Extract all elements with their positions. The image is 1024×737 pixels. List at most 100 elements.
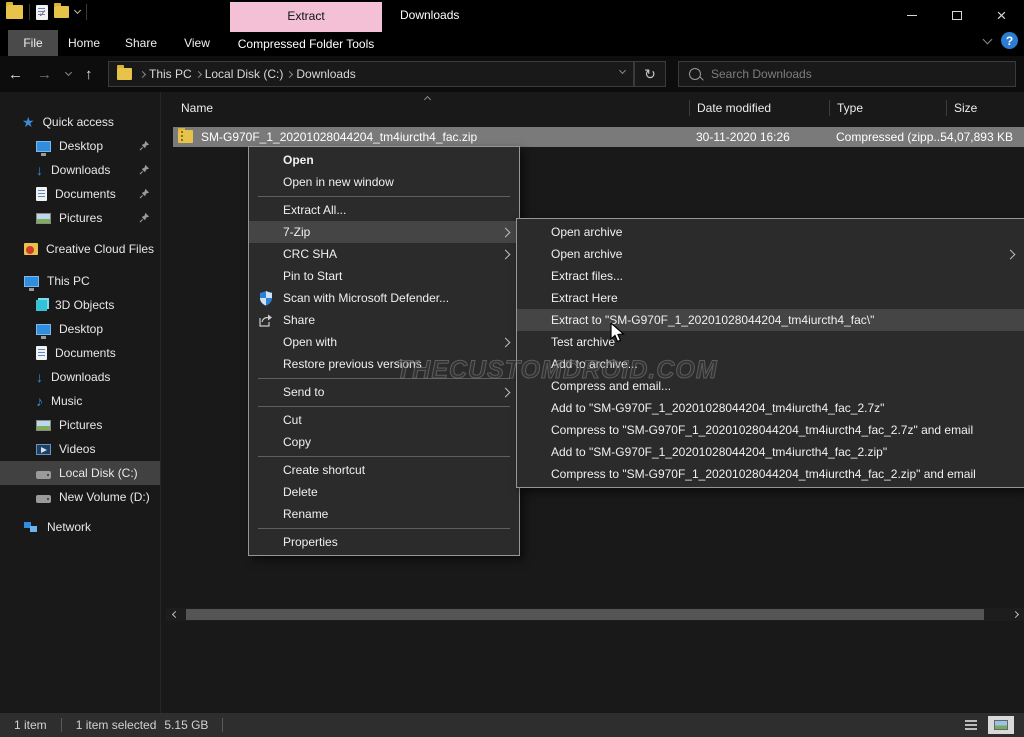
- breadcrumb-chevron-icon[interactable]: [286, 70, 293, 77]
- submenu-item-compress-to-7z-and-email[interactable]: Compress to "SM-G970F_1_20201028044204_t…: [517, 419, 1024, 441]
- item-count: 1 item: [14, 718, 47, 732]
- minimize-ribbon-icon[interactable]: [983, 34, 993, 44]
- menu-item-rename[interactable]: Rename: [249, 503, 519, 525]
- sidebar-item-new-volume-d[interactable]: New Volume (D:): [0, 485, 160, 509]
- column-header-type[interactable]: Type: [837, 97, 863, 119]
- submenu-item-add-to-7z[interactable]: Add to "SM-G970F_1_20201028044204_tm4iur…: [517, 397, 1024, 419]
- new-folder-icon[interactable]: [54, 6, 69, 18]
- sidebar-item-quick-access[interactable]: ★ Quick access: [0, 110, 160, 134]
- sidebar-item-pictures[interactable]: Pictures: [0, 413, 160, 437]
- back-button[interactable]: ←: [8, 66, 23, 83]
- column-header-date-modified[interactable]: Date modified: [697, 97, 771, 119]
- sidebar-item-network[interactable]: Network: [0, 515, 160, 539]
- sidebar-item-downloads-pinned[interactable]: ↓ Downloads: [0, 158, 160, 182]
- music-note-icon: ♪: [36, 394, 43, 408]
- pin-icon: [139, 212, 150, 223]
- submenu-arrow-icon: [501, 338, 511, 348]
- menu-item-copy[interactable]: Copy: [249, 431, 519, 453]
- submenu-item-compress-to-zip-and-email[interactable]: Compress to "SM-G970F_1_20201028044204_t…: [517, 463, 1024, 485]
- tab-home[interactable]: Home: [62, 30, 106, 56]
- sidebar-item-3d-objects[interactable]: 3D Objects: [0, 293, 160, 317]
- sidebar-item-pictures-pinned[interactable]: Pictures: [0, 206, 160, 230]
- menu-item-open-in-new-window[interactable]: Open in new window: [249, 171, 519, 193]
- menu-item-properties[interactable]: Properties: [249, 531, 519, 553]
- sidebar-item-creative-cloud-files[interactable]: Creative Cloud Files: [0, 237, 160, 261]
- sort-ascending-icon: [424, 96, 431, 103]
- tab-compressed-folder-tools[interactable]: Compressed Folder Tools: [230, 30, 382, 56]
- status-divider: [222, 718, 223, 732]
- search-input[interactable]: [711, 67, 961, 81]
- help-icon[interactable]: ?: [1001, 32, 1018, 49]
- submenu-item-extract-to-folder[interactable]: Extract to "SM-G970F_1_20201028044204_tm…: [517, 309, 1024, 331]
- contextual-tab-extract[interactable]: Extract: [230, 2, 382, 30]
- maximize-button[interactable]: [934, 0, 979, 30]
- forward-button[interactable]: →: [37, 66, 52, 83]
- details-view-button[interactable]: [958, 716, 984, 734]
- submenu-item-extract-files[interactable]: Extract files...: [517, 265, 1024, 287]
- column-header-size[interactable]: Size: [954, 97, 977, 119]
- column-header-name[interactable]: Name: [181, 97, 213, 119]
- menu-item-scan-with-defender[interactable]: Scan with Microsoft Defender...: [249, 287, 519, 309]
- submenu-item-open-archive[interactable]: Open archive: [517, 221, 1024, 243]
- menu-item-create-shortcut[interactable]: Create shortcut: [249, 459, 519, 481]
- close-icon: ×: [997, 7, 1007, 24]
- sidebar-item-videos[interactable]: Videos: [0, 437, 160, 461]
- submenu-arrow-icon: [1006, 250, 1016, 260]
- sidebar-item-local-disk-c[interactable]: Local Disk (C:): [0, 461, 160, 485]
- sidebar-item-documents-pinned[interactable]: Documents: [0, 182, 160, 206]
- menu-item-delete[interactable]: Delete: [249, 481, 519, 503]
- column-separator[interactable]: [946, 100, 947, 116]
- thumbnail-view-button[interactable]: [988, 716, 1014, 734]
- breadcrumb-downloads[interactable]: Downloads: [296, 67, 355, 81]
- minimize-button[interactable]: [889, 0, 934, 30]
- menu-item-7-zip[interactable]: 7-Zip: [249, 221, 519, 243]
- address-dropdown-icon[interactable]: [619, 67, 626, 74]
- customize-quick-access-dropdown-icon[interactable]: [74, 7, 81, 14]
- sidebar-item-music[interactable]: ♪ Music: [0, 389, 160, 413]
- tab-view[interactable]: View: [176, 30, 218, 56]
- tab-file[interactable]: File: [8, 30, 58, 56]
- sidebar-item-desktop-pinned[interactable]: Desktop: [0, 134, 160, 158]
- close-button[interactable]: ×: [979, 0, 1024, 30]
- properties-icon[interactable]: ✓: [36, 5, 48, 20]
- up-button[interactable]: ↑: [85, 66, 93, 83]
- tab-home-label: Home: [68, 36, 100, 50]
- scrollbar-thumb[interactable]: [186, 609, 984, 620]
- search-box[interactable]: [678, 61, 1016, 87]
- submenu-item-test-archive[interactable]: Test archive: [517, 331, 1024, 353]
- address-bar[interactable]: This PC Local Disk (C:) Downloads: [108, 61, 634, 87]
- tab-share-label: Share: [125, 36, 157, 50]
- pin-icon: [139, 188, 150, 199]
- breadcrumb-this-pc[interactable]: This PC: [149, 67, 192, 81]
- menu-item-pin-to-start[interactable]: Pin to Start: [249, 265, 519, 287]
- navigation-pane: ★ Quick access Desktop ↓ Downloads Docum…: [0, 92, 160, 713]
- menu-item-crc-sha[interactable]: CRC SHA: [249, 243, 519, 265]
- sidebar-item-this-pc[interactable]: This PC: [0, 269, 160, 293]
- submenu-item-open-archive-with[interactable]: Open archive: [517, 243, 1024, 265]
- sidebar-item-downloads[interactable]: ↓ Downloads: [0, 365, 160, 389]
- refresh-button[interactable]: ↻: [634, 61, 666, 87]
- sidebar-item-label: Pictures: [59, 418, 102, 432]
- scrollbar-track[interactable]: [184, 608, 1006, 621]
- toolbar-separator: [86, 4, 87, 20]
- scroll-left-button[interactable]: [166, 608, 184, 621]
- menu-item-share[interactable]: Share: [249, 309, 519, 331]
- menu-item-open-with[interactable]: Open with: [249, 331, 519, 353]
- scroll-right-button[interactable]: [1006, 608, 1024, 621]
- menu-item-cut[interactable]: Cut: [249, 409, 519, 431]
- column-separator[interactable]: [829, 100, 830, 116]
- menu-item-extract-all[interactable]: Extract All...: [249, 199, 519, 221]
- menu-item-open[interactable]: Open: [249, 149, 519, 171]
- breadcrumb-local-disk-c[interactable]: Local Disk (C:): [205, 67, 284, 81]
- sidebar-item-desktop[interactable]: Desktop: [0, 317, 160, 341]
- picture-icon: [36, 213, 51, 224]
- submenu-item-extract-here[interactable]: Extract Here: [517, 287, 1024, 309]
- tab-share[interactable]: Share: [118, 30, 164, 56]
- column-separator[interactable]: [689, 100, 690, 116]
- horizontal-scrollbar[interactable]: [166, 608, 1024, 621]
- submenu-item-add-to-zip[interactable]: Add to "SM-G970F_1_20201028044204_tm4iur…: [517, 441, 1024, 463]
- recent-locations-dropdown-icon[interactable]: [65, 69, 72, 76]
- breadcrumb-chevron-icon[interactable]: [195, 70, 202, 77]
- sidebar-item-documents[interactable]: Documents: [0, 341, 160, 365]
- file-row-selected[interactable]: SM-G970F_1_20201028044204_tm4iurcth4_fac…: [173, 127, 1024, 147]
